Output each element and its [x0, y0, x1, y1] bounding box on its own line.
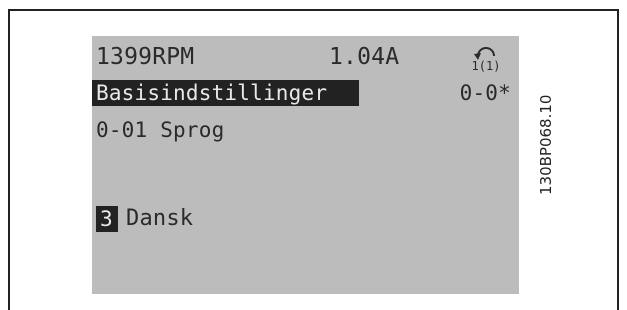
svg-text:1(1): 1(1)	[472, 59, 501, 72]
value-index: 3	[100, 207, 113, 231]
frame-right-border	[617, 9, 619, 310]
group-title: Basisindstillinger	[96, 81, 328, 105]
group-code: 0-0*	[459, 81, 511, 105]
setup-1-1-icon: 1(1)	[472, 47, 501, 72]
frame-left-border	[8, 9, 10, 310]
current-readout: 1.04A	[329, 44, 400, 70]
speed-readout: 1399RPM	[96, 44, 195, 70]
lcd-display: 1399RPM 1.04A 1(1) Basisindstillinger 0-…	[92, 36, 519, 294]
figure-code: 130BP068.10	[537, 94, 555, 195]
parameter-name: 0-01 Sprog	[96, 118, 225, 142]
parameter-value: Dansk	[126, 206, 194, 231]
frame-top-border	[8, 9, 619, 11]
